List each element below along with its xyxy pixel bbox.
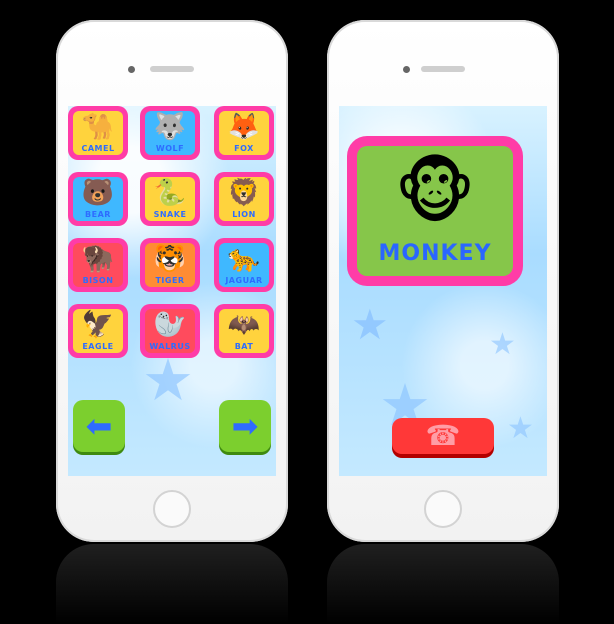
animal-tile-label: WOLF [155,144,185,153]
arrow-right-icon: ➡ [231,407,259,445]
animal-tile-label: FOX [234,144,254,153]
animal-tile-bison[interactable]: 🦬 BISON [68,238,128,292]
left-phone-mockup: ★ ★ ★ 🐪 CAMEL 🐺 WOLF 🦊 FOX 🐻 BEAR [56,20,288,542]
speaker-grille [421,66,465,72]
animal-tile-eagle[interactable]: 🦅 EAGLE [68,304,128,358]
right-phone-mockup: ★ ★ ★ ★ 🐵 MONKEY ☎ [327,20,559,542]
background-star-icon: ★ [351,300,389,349]
tiger-icon: 🐯 [153,244,187,274]
caller-card: 🐵 MONKEY [347,136,523,286]
walrus-icon: 🦭 [153,310,187,340]
animal-tile-label: JAGUAR [225,276,263,285]
eagle-icon: 🦅 [81,310,115,340]
animal-tile-lion[interactable]: 🦁 LION [214,172,274,226]
wolf-icon: 🐺 [153,112,187,142]
animal-tile-label: SNAKE [153,210,187,219]
animal-tile-tiger[interactable]: 🐯 TIGER [140,238,200,292]
animal-selection-screen: ★ ★ ★ 🐪 CAMEL 🐺 WOLF 🦊 FOX 🐻 BEAR [68,106,276,476]
animal-tile-bear[interactable]: 🐻 BEAR [68,172,128,226]
hang-up-button[interactable]: ☎ [392,418,494,454]
camel-icon: 🐪 [81,112,115,142]
animal-tile-label: WALRUS [149,342,191,351]
animal-tile-label: TIGER [155,276,185,285]
speaker-grille [150,66,194,72]
lion-icon: 🦁 [227,178,261,208]
front-camera-icon [128,66,135,73]
animal-tile-camel[interactable]: 🐪 CAMEL [68,106,128,160]
animal-tile-fox[interactable]: 🦊 FOX [214,106,274,160]
bison-icon: 🦬 [81,244,115,274]
bear-icon: 🐻 [81,178,115,208]
animal-tile-label: EAGLE [82,342,114,351]
phone-hangup-icon: ☎ [425,419,461,452]
home-button[interactable] [424,490,462,528]
background-star-icon: ★ [507,411,534,446]
background-star-icon: ★ [489,327,516,362]
animal-tile-walrus[interactable]: 🦭 WALRUS [140,304,200,358]
animal-tile-snake[interactable]: 🐍 SNAKE [140,172,200,226]
animal-tile-wolf[interactable]: 🐺 WOLF [140,106,200,160]
animal-tile-jaguar[interactable]: 🐆 JAGUAR [214,238,274,292]
bat-icon: 🦇 [227,310,261,340]
animal-tile-label: BISON [82,276,114,285]
phone-reflection [56,544,288,624]
previous-page-button[interactable]: ⬅ [73,400,125,452]
phone-reflection [327,544,559,624]
home-button[interactable] [153,490,191,528]
jaguar-icon: 🐆 [227,244,261,274]
snake-icon: 🐍 [153,178,187,208]
animal-call-screen: ★ ★ ★ ★ 🐵 MONKEY ☎ [339,106,547,476]
animal-tile-label: CAMEL [81,144,115,153]
fox-icon: 🦊 [227,112,261,142]
animal-tile-label: BEAR [85,210,111,219]
next-page-button[interactable]: ➡ [219,400,271,452]
animal-tile-label: BAT [234,342,254,351]
background-star-icon: ★ [142,346,194,414]
monkey-icon: 🐵 [394,151,476,233]
arrow-left-icon: ⬅ [85,407,113,445]
caller-name: MONKEY [378,241,492,266]
animal-tile-label: LION [232,210,256,219]
animal-tile-bat[interactable]: 🦇 BAT [214,304,274,358]
front-camera-icon [403,66,410,73]
